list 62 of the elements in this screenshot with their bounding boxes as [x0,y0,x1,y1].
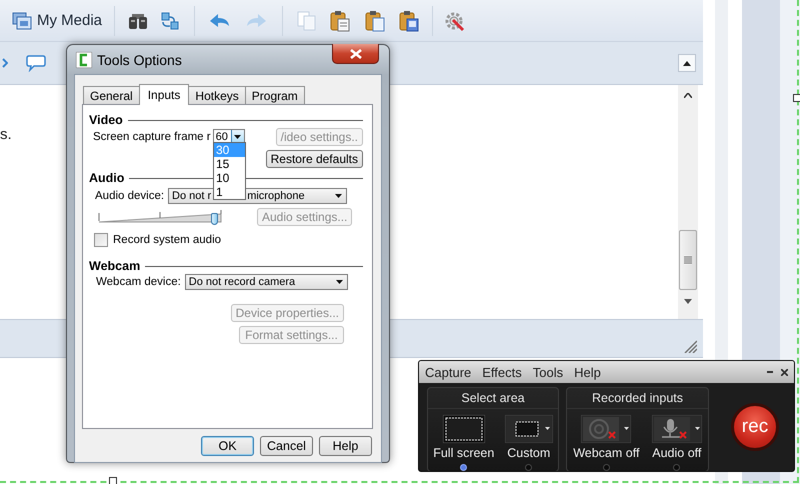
dropdown-arrow-icon [234,135,242,139]
dropdown-option[interactable]: 10 [214,171,245,185]
group-title: Select area [461,391,525,405]
resize-handle[interactable] [109,477,117,484]
webcam-device-dropdown[interactable]: Do not record camera [184,274,348,290]
menu-item[interactable]: Tools [528,364,568,380]
dropdown-option[interactable]: 1 [214,185,245,199]
field-label: Screen capture frame r [93,131,211,143]
grip-icon [684,256,692,264]
media-icon [12,10,32,30]
document-text: s. [0,126,12,143]
field-label: Audio device: [95,190,164,202]
webcam-button[interactable]: Webcam off [573,415,640,460]
dropdown-option[interactable]: 15 [214,157,245,171]
paste-icon[interactable] [364,10,386,32]
menu-item[interactable]: Help [570,364,605,380]
tab[interactable]: Inputs [138,84,190,105]
section-heading: Video [89,113,123,127]
paste-icon[interactable] [398,10,420,32]
scroll-up-button[interactable] [678,54,696,72]
menu-item[interactable]: Effects [478,364,526,380]
help-button[interactable]: Help [319,436,372,456]
scroll-down-icon[interactable] [684,299,692,304]
menu-item[interactable]: Capture [421,364,476,380]
settings-icon[interactable] [444,10,466,32]
full-screen-icon [442,415,485,443]
resize-grip-icon[interactable] [683,339,697,353]
dialog-title: Tools Options [97,52,182,68]
section-heading: Audio [89,171,124,185]
tab[interactable]: Program [244,86,305,104]
close-button[interactable] [332,44,379,64]
my-media-button[interactable]: My Media [12,10,102,30]
checkbox[interactable] [94,233,108,247]
app-logo-icon [76,52,92,68]
scroll-up-icon[interactable] [684,93,692,98]
section-heading: Webcam [89,259,140,273]
custom-area-icon [504,415,553,443]
tab[interactable]: General [83,86,140,104]
full-screen-button[interactable]: Full screen [433,415,494,460]
scroll-thumb[interactable] [679,230,697,290]
custom-area-button[interactable]: Custom [504,415,553,460]
checkbox-label: Record system audio [113,234,222,246]
paste-icon[interactable] [329,10,352,32]
ok-button[interactable]: OK [201,436,254,456]
triangle-up-icon [683,60,691,66]
linked-squares-icon[interactable] [160,10,180,30]
record-button[interactable]: rec [731,402,779,450]
resize-handle[interactable] [793,94,800,102]
chevron-right-icon[interactable] [2,58,8,68]
speech-bubble-icon[interactable] [26,54,46,72]
audio-button[interactable]: Audio off [652,415,702,460]
close-icon[interactable] [781,368,788,376]
tab[interactable]: Hotkeys [188,86,246,104]
slider-thumb[interactable] [211,213,218,225]
cancel-button[interactable]: Cancel [260,436,313,456]
close-icon [350,48,362,58]
group-title: Recorded inputs [592,391,684,405]
field-label: Webcam device: [96,276,181,288]
dropdown-arrow-icon [336,280,343,284]
dropdown-arrow-icon [335,194,342,198]
restore-defaults-button[interactable]: Restore defaults [266,150,363,168]
volume-slider[interactable] [98,208,222,226]
